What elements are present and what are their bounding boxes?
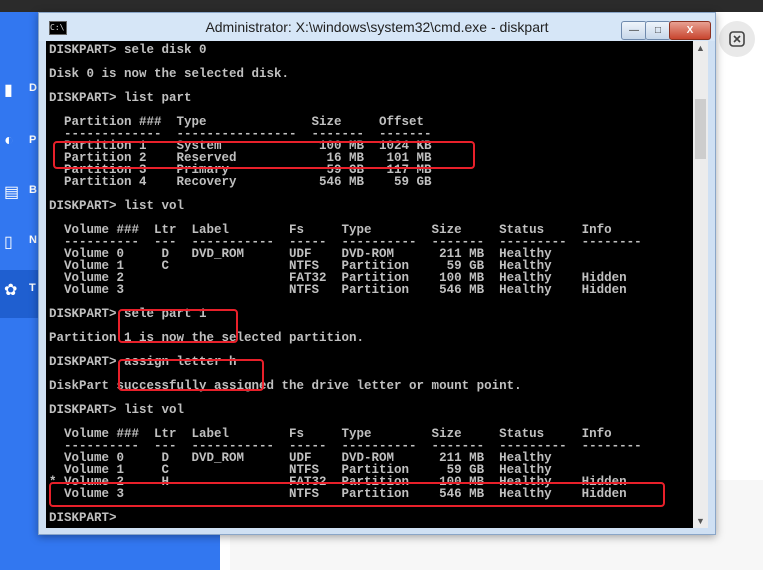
console-line: Disk 0 is now the selected disk. xyxy=(49,67,290,81)
sidebar-item-backup[interactable]: ▤ B xyxy=(0,172,40,212)
console-output[interactable]: DISKPART> sele disk 0 Disk 0 is now the s… xyxy=(46,41,693,528)
scroll-up-icon[interactable]: ▲ xyxy=(693,41,708,55)
console-line: DISKPART> list vol xyxy=(49,403,185,417)
new-icon: ▯ xyxy=(4,234,13,251)
partition-icon: ◐ xyxy=(4,132,14,149)
window-title: Administrator: X:\windows\system32\cmd.e… xyxy=(205,19,549,35)
tools-icon: ✿ xyxy=(4,282,18,299)
sidebar-item-new[interactable]: ▯ N xyxy=(0,222,40,262)
console-line: DISKPART> list vol xyxy=(49,199,185,213)
title-bar[interactable]: C:\ Administrator: X:\windows\system32\c… xyxy=(39,13,715,41)
top-strip xyxy=(0,0,763,12)
minimize-button[interactable]: — xyxy=(621,21,647,40)
highlight-volume-2 xyxy=(49,482,665,507)
console-line: DISKPART> list part xyxy=(49,91,192,105)
close-icon xyxy=(729,31,745,47)
sidebar-item-partition[interactable]: ◐ P xyxy=(0,122,40,162)
backup-icon: ▤ xyxy=(4,184,20,201)
sidebar-item-drive[interactable]: ▮ D xyxy=(0,70,40,110)
console-line: Volume 3 NTFS Partition 546 MB Healthy H… xyxy=(49,283,627,297)
close-button[interactable]: X xyxy=(669,21,711,40)
console-line: DISKPART> sele disk 0 xyxy=(49,43,207,57)
cmd-window[interactable]: C:\ Administrator: X:\windows\system32\c… xyxy=(38,12,716,535)
floating-close-button[interactable] xyxy=(719,21,755,57)
drive-icon: ▮ xyxy=(4,82,13,99)
sidebar-item-initial: B xyxy=(29,184,37,196)
sidebar-item-tools[interactable]: ✿ T xyxy=(0,270,40,318)
highlight-partition-1 xyxy=(53,141,475,169)
sidebar-item-initial: T xyxy=(29,282,36,294)
maximize-button[interactable]: □ xyxy=(645,21,671,40)
scroll-down-icon[interactable]: ▼ xyxy=(693,514,708,528)
console-line: DISKPART> xyxy=(49,511,125,525)
console-line: Partition 4 Recovery 546 MB 59 GB xyxy=(49,175,432,189)
highlight-assign-letter xyxy=(118,359,264,391)
sidebar-item-initial: D xyxy=(29,82,37,94)
sidebar-item-initial: P xyxy=(29,134,37,146)
sidebar-item-initial: N xyxy=(29,234,37,246)
scroll-thumb[interactable] xyxy=(695,99,706,159)
vertical-scrollbar[interactable]: ▲ ▼ xyxy=(693,41,708,528)
highlight-sele-part xyxy=(118,309,238,343)
